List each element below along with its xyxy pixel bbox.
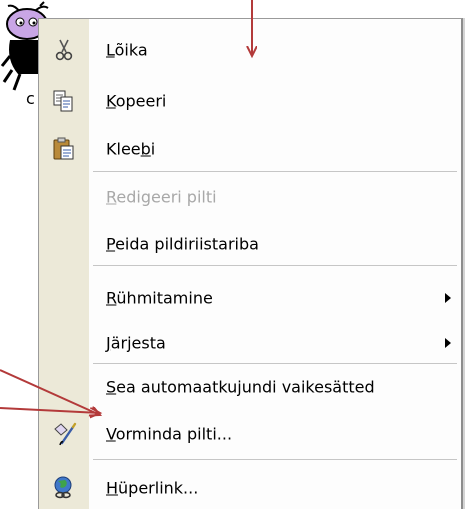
menu-item-hide-picture-toolbar[interactable]: Peida pildiriistariba [39, 229, 461, 259]
menu-item-paste[interactable]: Kleebi [39, 134, 461, 164]
menu-item-format-picture[interactable]: Vorminda pilti... [39, 419, 461, 449]
menu-item-label: Hüperlink... [106, 478, 199, 498]
menu-item-hyperlink[interactable]: Hüperlink... [39, 473, 461, 503]
menu-item-label: Kopeeri [106, 91, 167, 111]
bug-body [9, 40, 38, 74]
menu-item-arrange[interactable]: Järjesta [39, 328, 461, 358]
menu-item-cut[interactable]: Lõika [39, 35, 461, 65]
menu-separator [93, 363, 457, 364]
scissors-icon [55, 39, 73, 61]
submenu-arrow-icon [445, 293, 451, 303]
menu-item-label: Vorminda pilti... [106, 424, 233, 444]
menu-item-label: Redigeeri pilti [106, 187, 217, 207]
menu-separator [93, 265, 457, 266]
menu-item-label: Rühmitamine [106, 288, 213, 308]
context-menu: Lõika Kopeeri Kleebi Redigeeri pilti Pei… [38, 18, 463, 509]
menu-item-copy[interactable]: Kopeeri [39, 86, 461, 116]
background-text-fragment: c [26, 89, 35, 108]
menu-item-label: Sea automaatkujundi vaikesätted [106, 377, 375, 397]
menu-separator [93, 171, 457, 172]
menu-item-label: Järjesta [106, 333, 166, 353]
copy-icon [53, 90, 73, 112]
format-picture-icon [54, 422, 77, 446]
menu-item-label: Lõika [106, 40, 148, 60]
menu-item-grouping[interactable]: Rühmitamine [39, 283, 461, 313]
submenu-arrow-icon [445, 338, 451, 348]
menu-item-edit-picture: Redigeeri pilti [39, 182, 461, 212]
menu-item-label: Peida pildiriistariba [106, 234, 259, 254]
menu-separator [93, 459, 457, 460]
menu-item-label: Kleebi [106, 139, 156, 159]
paste-icon [53, 137, 74, 160]
menu-item-set-autoshape-defaults[interactable]: Sea automaatkujundi vaikesätted [39, 372, 461, 402]
hyperlink-globe-icon [54, 476, 72, 499]
